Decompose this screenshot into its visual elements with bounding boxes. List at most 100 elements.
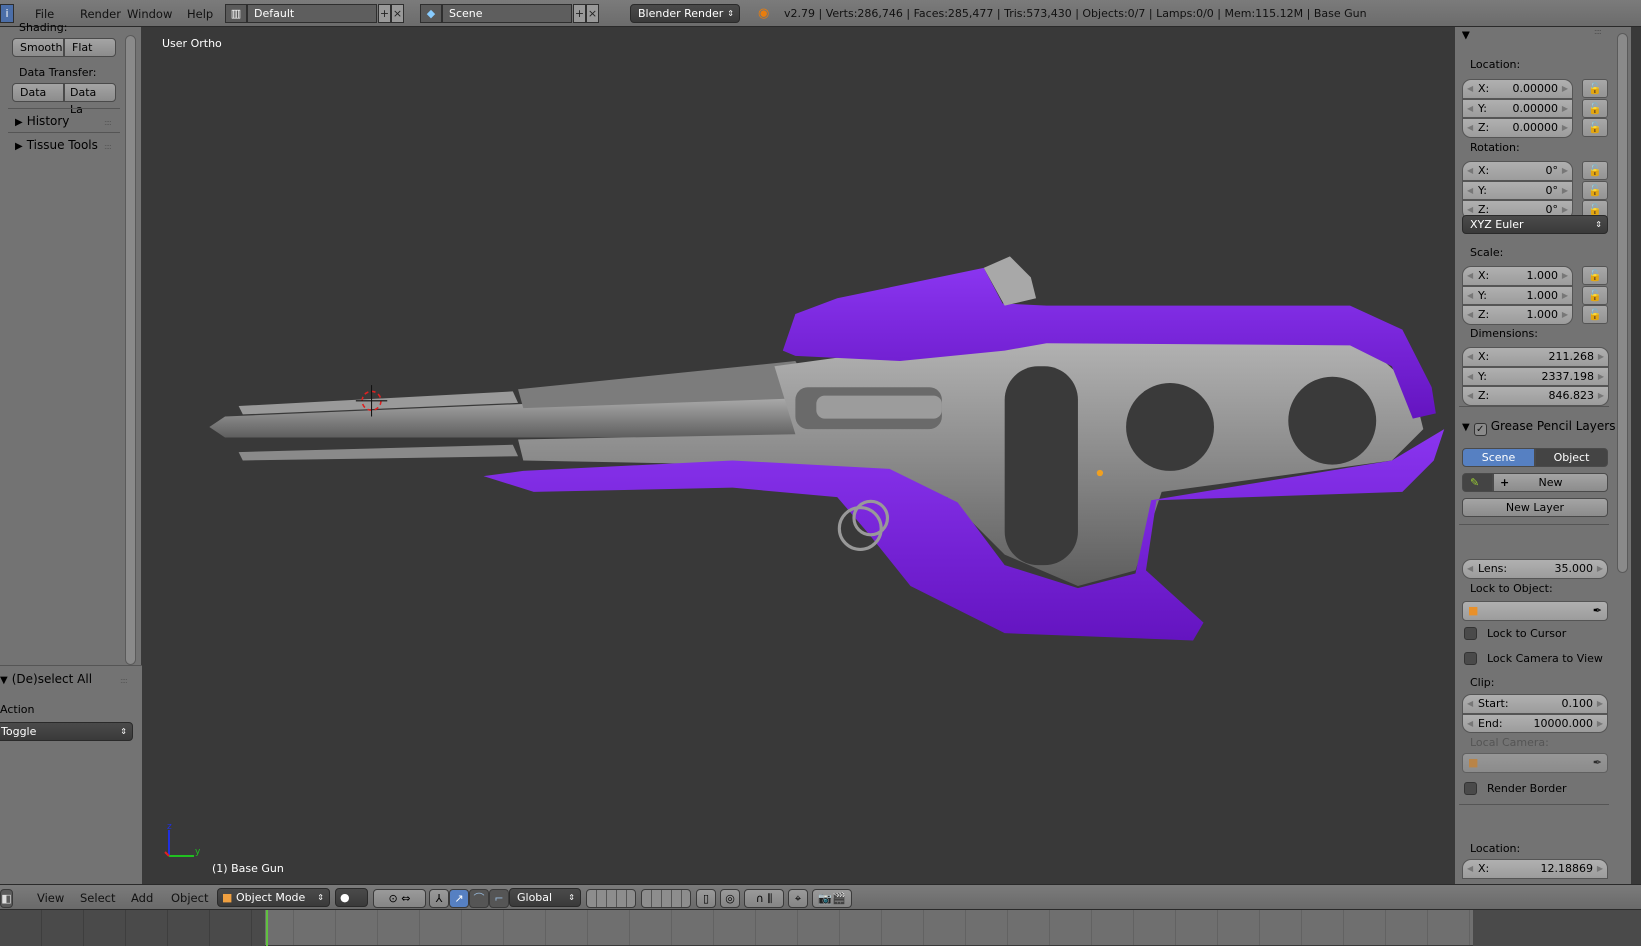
rotation-y-lock-icon[interactable]: 🔓	[1582, 180, 1608, 200]
viewport-shading-select[interactable]: ●	[335, 888, 368, 907]
menu-render[interactable]: Render	[80, 7, 121, 21]
scale-z-lock-icon[interactable]: 🔓	[1582, 305, 1608, 324]
properties-scrollbar[interactable]	[1617, 33, 1628, 573]
manipulator-toggle-icon[interactable]: ⅄	[429, 889, 449, 908]
lock-camera-to-view-label: Lock Camera to View	[1487, 652, 1603, 665]
translate-manipulator-icon[interactable]: ↗	[449, 889, 469, 908]
menu-file[interactable]: File	[35, 7, 54, 21]
rotation-mode-select[interactable]: XYZ Euler ⇕	[1462, 215, 1608, 234]
drag-grip-icon[interactable]: ::::	[104, 142, 112, 151]
clip-start-field[interactable]: ◀ Start: 0.100 ▶	[1462, 694, 1608, 714]
cursor-x-field[interactable]: ◀ X: 12.18869 ▶	[1462, 859, 1608, 879]
tool-shelf-scrollbar[interactable]	[125, 35, 136, 665]
location-z-lock-icon[interactable]: 🔓	[1582, 118, 1608, 137]
grease-pencil-title: Grease Pencil Layers	[1490, 419, 1616, 433]
scale-y-field-label: Y:	[1478, 288, 1487, 302]
scene-field[interactable]: Scene	[442, 4, 572, 23]
transform-orientation-select[interactable]: Global ⇕	[509, 888, 581, 907]
scene-layers-2[interactable]	[641, 889, 691, 908]
rotate-manipulator-icon[interactable]: ⌒	[469, 889, 489, 908]
drag-grip-icon[interactable]: ::::	[104, 118, 112, 127]
menu-object[interactable]: Object	[171, 891, 208, 905]
timeline[interactable]	[0, 909, 1641, 946]
snap-icon[interactable]: ∩ ⫼	[744, 889, 784, 908]
lock-camera-to-view-checkbox[interactable]	[1464, 652, 1477, 665]
add-layout-icon[interactable]: +	[378, 4, 391, 23]
lock-to-cursor-checkbox[interactable]	[1464, 627, 1477, 640]
grease-object-tab[interactable]: Object	[1535, 448, 1608, 467]
screen-layout-icon[interactable]: ▥	[225, 4, 247, 23]
layout-field[interactable]: Default	[247, 4, 377, 23]
editor-type-info-icon[interactable]: i	[0, 4, 14, 23]
3d-viewport[interactable]: User Ortho (1) Base Gun z y	[142, 27, 1455, 884]
scene-layers-1[interactable]	[586, 889, 636, 908]
location-x-lock-icon[interactable]: 🔓	[1582, 79, 1608, 98]
menu-help[interactable]: Help	[187, 7, 213, 21]
scene-icon[interactable]: ◆	[420, 4, 442, 23]
scale-z-field[interactable]: ◀ Z: 1.000 ▶	[1462, 305, 1573, 325]
updown-arrows-icon: ⇕	[120, 727, 127, 736]
mode-select[interactable]: ■ Object Mode ⇕	[217, 888, 330, 907]
data-button[interactable]: Data	[12, 83, 64, 102]
location-z-field[interactable]: ◀ Z: 0.00000 ▶	[1462, 118, 1573, 138]
location-y-field[interactable]: ◀ Y: 0.00000 ▶	[1462, 98, 1573, 118]
dimensions-z-field-value: 846.823	[1548, 389, 1595, 402]
action-select[interactable]: Toggle ⇕	[0, 722, 133, 741]
rotation-x-lock-icon[interactable]: 🔓	[1582, 161, 1608, 180]
pivot-point-select[interactable]: ⊙ ⇔	[373, 889, 426, 908]
lens-field[interactable]: ◀ Lens: 35.000 ▶	[1462, 559, 1608, 579]
grease-pencil-panel-header[interactable]: ▼ ✓ Grease Pencil Layers	[1462, 419, 1615, 436]
proportional-edit-icon[interactable]: ◎	[720, 889, 740, 908]
history-panel-header[interactable]: ▶ History	[15, 114, 69, 128]
lock-layers-icon[interactable]: ▯	[696, 889, 716, 908]
drag-grip-icon[interactable]: ::::	[1594, 27, 1602, 36]
render-border-checkbox[interactable]	[1464, 782, 1477, 795]
scale-x-lock-icon[interactable]: 🔓	[1582, 266, 1608, 285]
clip-end-field[interactable]: ◀ End: 10000.000 ▶	[1462, 713, 1608, 733]
location-x-field[interactable]: ◀ X: 0.00000 ▶	[1462, 79, 1573, 99]
remove-scene-icon[interactable]: ×	[586, 4, 599, 23]
mode-value: Object Mode	[236, 891, 306, 904]
dimensions-z-field[interactable]: ◀ Z: 846.823 ▶	[1462, 386, 1609, 406]
menu-select[interactable]: Select	[80, 891, 115, 905]
data-layers-button[interactable]: Data La	[64, 83, 116, 116]
menu-view[interactable]: View	[37, 891, 64, 905]
scale-manipulator-icon[interactable]: ⌐	[489, 889, 509, 908]
lens-field-label: Lens:	[1478, 562, 1508, 575]
grease-pencil-checkbox[interactable]: ✓	[1473, 423, 1487, 436]
grease-scene-tab[interactable]: Scene	[1462, 448, 1535, 467]
scale-x-field[interactable]: ◀ X: 1.000 ▶	[1462, 266, 1573, 286]
dimensions-x-field[interactable]: ◀ X: 211.268 ▶	[1462, 347, 1609, 367]
rotation-x-field[interactable]: ◀ X: 0° ▶	[1462, 161, 1573, 181]
current-frame-marker[interactable]	[266, 910, 268, 946]
new-grease-pencil-button[interactable]: + New	[1493, 473, 1608, 492]
menu-window[interactable]: Window	[127, 7, 172, 21]
snap-target-icon[interactable]: ⌖	[788, 889, 808, 908]
remove-layout-icon[interactable]: ×	[391, 4, 404, 23]
dimensions-y-field[interactable]: ◀ Y: 2337.198 ▶	[1462, 366, 1609, 386]
scale-y-field[interactable]: ◀ Y: 1.000 ▶	[1462, 285, 1573, 305]
rotation-y-field[interactable]: ◀ Y: 0° ▶	[1462, 180, 1573, 200]
menu-add[interactable]: Add	[131, 891, 153, 905]
add-scene-icon[interactable]: +	[573, 4, 586, 23]
tissue-tools-panel-header[interactable]: ▶ Tissue Tools	[15, 138, 98, 152]
drag-grip-icon[interactable]: ::::	[120, 676, 128, 685]
active-object-label: (1) Base Gun	[212, 862, 284, 875]
eyedropper-icon[interactable]: ✒	[1593, 602, 1602, 620]
blender-logo-icon: ◉	[758, 6, 770, 21]
lock-to-object-field[interactable]: ■ ✒	[1462, 601, 1608, 621]
operator-panel-header[interactable]: ▼ (De)select All	[0, 672, 92, 686]
dimensions-y-field-value: 2337.198	[1541, 369, 1595, 383]
properties-shelf: ▼:::: Location: ◀ X: 0.00000 ▶ 🔓 ◀ Y: 0.00000 ▶ 🔓 ◀ Z…	[1455, 27, 1641, 884]
render-icons[interactable]: 📷🎬	[812, 889, 852, 908]
pencil-icon[interactable]: ✎	[1462, 473, 1493, 492]
undefined[interactable]: ▼	[1462, 27, 1474, 41]
location-y-lock-icon[interactable]: 🔓	[1582, 98, 1608, 118]
orientation-value: Global	[517, 891, 553, 904]
smooth-button[interactable]: Smooth	[12, 38, 64, 57]
scale-y-lock-icon[interactable]: 🔓	[1582, 285, 1608, 305]
flat-button[interactable]: Flat	[64, 38, 116, 57]
new-layer-button[interactable]: New Layer	[1462, 498, 1608, 517]
editor-type-3d-icon[interactable]: ◧	[0, 889, 13, 908]
render-engine-select[interactable]: Blender Render ⇕	[630, 4, 740, 23]
